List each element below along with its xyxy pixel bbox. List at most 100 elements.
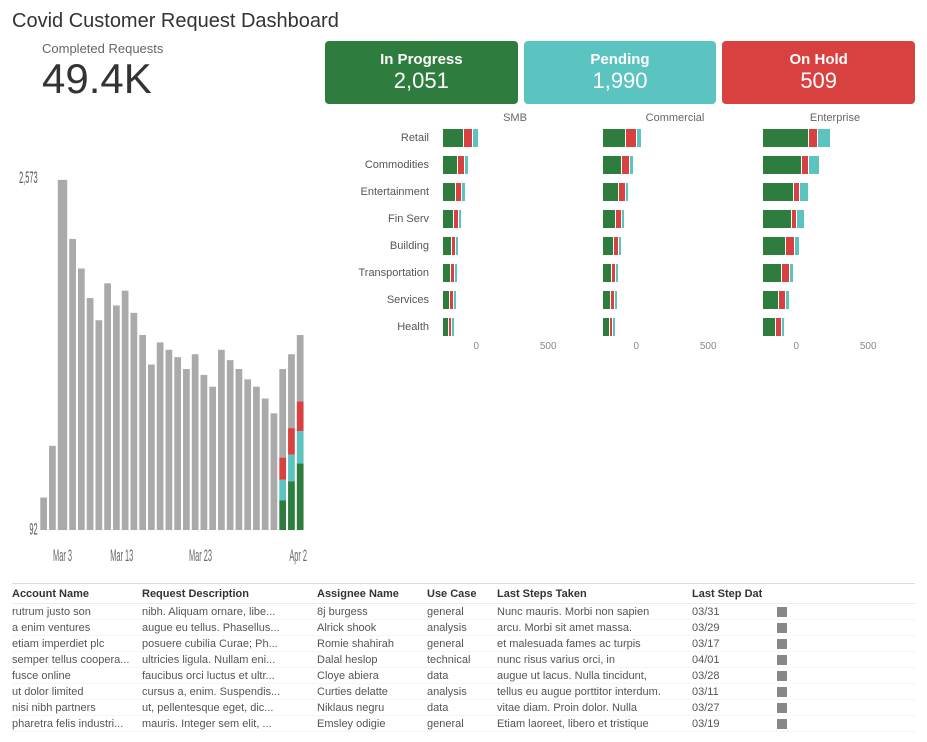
category-row: Commodities xyxy=(325,153,915,177)
mini-bar xyxy=(455,264,457,282)
mini-bar xyxy=(619,183,625,201)
dashboard: Covid Customer Request Dashboard Complet… xyxy=(0,0,927,742)
col-usecase: data xyxy=(427,670,497,682)
mini-bar xyxy=(616,264,618,282)
col-header-enterprise: Enterprise xyxy=(755,112,915,124)
axis-row: 0500 0500 0500 xyxy=(325,341,915,352)
col-request: faucibus orci luctus et ultr... xyxy=(142,670,317,682)
mini-bar xyxy=(452,237,455,255)
status-cards: In Progress 2,051 Pending 1,990 On Hold … xyxy=(325,41,915,104)
table-rows: rutrum justo sonnibh. Aliquam ornare, li… xyxy=(12,604,915,732)
col-header-indicator xyxy=(762,588,787,600)
mini-bar xyxy=(794,183,799,201)
status-card-in-progress[interactable]: In Progress 2,051 xyxy=(325,41,518,104)
category-row: Transportation xyxy=(325,261,915,285)
table-row: ut dolor limitedcursus a, enim. Suspendi… xyxy=(12,684,915,700)
mini-bar xyxy=(450,291,453,309)
col-account: a enim ventures xyxy=(12,622,142,634)
category-row: Services xyxy=(325,288,915,312)
mini-bar xyxy=(454,291,456,309)
mini-bar xyxy=(452,318,454,336)
category-chart: SMB Commercial Enterprise Retail Commodit… xyxy=(325,112,915,579)
indicator-box xyxy=(777,623,787,633)
mini-bar xyxy=(763,264,781,282)
svg-text:Mar 13: Mar 13 xyxy=(110,547,133,565)
bar-group xyxy=(595,291,755,309)
category-row: Retail xyxy=(325,126,915,150)
col-request: posuere cubilia Curae; Ph... xyxy=(142,638,317,650)
bar-group xyxy=(755,264,915,282)
mini-bar xyxy=(456,183,461,201)
bar-group xyxy=(755,156,915,174)
mini-bars xyxy=(603,129,641,147)
mini-bar xyxy=(603,129,625,147)
category-label: Fin Serv xyxy=(325,213,435,225)
category-bars xyxy=(435,237,915,255)
col-lastdate: 03/28 xyxy=(692,670,762,682)
mini-bar xyxy=(462,183,465,201)
bar-group xyxy=(435,264,595,282)
col-account: rutrum justo son xyxy=(12,606,142,618)
pending-label: Pending xyxy=(536,51,705,68)
mini-bar xyxy=(458,156,464,174)
mini-bar xyxy=(443,183,455,201)
mini-bar xyxy=(802,156,808,174)
category-bars xyxy=(435,291,915,309)
category-label: Commodities xyxy=(325,159,435,171)
mini-bar xyxy=(622,156,629,174)
mini-bars xyxy=(603,264,618,282)
mini-bar xyxy=(622,210,624,228)
bar-group xyxy=(595,156,755,174)
mini-bar xyxy=(790,264,793,282)
col-usecase: analysis xyxy=(427,622,497,634)
bar-group xyxy=(435,318,595,336)
mini-bar xyxy=(763,156,801,174)
mini-bar xyxy=(473,129,478,147)
row-indicator xyxy=(762,686,787,698)
table-row: etiam imperdiet plcposuere cubilia Curae… xyxy=(12,636,915,652)
mini-bar xyxy=(443,318,448,336)
mini-bar xyxy=(459,210,461,228)
bar-group xyxy=(755,210,915,228)
bar-group xyxy=(755,129,915,147)
svg-text:Mar 23: Mar 23 xyxy=(189,547,212,565)
col-usecase: general xyxy=(427,606,497,618)
col-lastdate: 03/17 xyxy=(692,638,762,650)
mini-bar xyxy=(603,291,610,309)
col-laststep: et malesuada fames ac turpis xyxy=(497,638,692,650)
mini-bars xyxy=(603,291,617,309)
mini-bar xyxy=(818,129,830,147)
mini-bar xyxy=(782,264,789,282)
col-laststep: vitae diam. Proin dolor. Nulla xyxy=(497,702,692,714)
col-request: ultricies ligula. Nullam eni... xyxy=(142,654,317,666)
status-card-on-hold[interactable]: On Hold 509 xyxy=(722,41,915,104)
right-panel: In Progress 2,051 Pending 1,990 On Hold … xyxy=(315,41,915,579)
category-row: Health xyxy=(325,315,915,339)
bar-group xyxy=(435,291,595,309)
col-assignee: Cloye abiera xyxy=(317,670,427,682)
category-chart-headers: SMB Commercial Enterprise xyxy=(325,112,915,124)
col-assignee: Alrick shook xyxy=(317,622,427,634)
mini-bar xyxy=(603,156,621,174)
mini-bar xyxy=(630,156,633,174)
indicator-box xyxy=(777,671,787,681)
col-laststep: nunc risus varius orci, in xyxy=(497,654,692,666)
mini-bar xyxy=(776,318,781,336)
mini-bar xyxy=(443,237,451,255)
table-row: nisi nibh partnersut, pellentesque eget,… xyxy=(12,700,915,716)
category-bars xyxy=(435,318,915,336)
in-progress-value: 2,051 xyxy=(337,68,506,94)
mini-bar xyxy=(786,237,794,255)
left-panel: Completed Requests 49.4K 2,573 92 xyxy=(12,41,315,579)
col-usecase: general xyxy=(427,638,497,650)
col-account: semper tellus coopera... xyxy=(12,654,142,666)
category-label: Building xyxy=(325,240,435,252)
status-card-pending[interactable]: Pending 1,990 xyxy=(524,41,717,104)
mini-bar xyxy=(603,318,609,336)
bar-group xyxy=(595,264,755,282)
mini-bar xyxy=(763,210,791,228)
col-lastdate: 03/27 xyxy=(692,702,762,714)
mini-bars xyxy=(603,237,621,255)
col-laststep: tellus eu augue porttitor interdum. xyxy=(497,686,692,698)
table-row: rutrum justo sonnibh. Aliquam ornare, li… xyxy=(12,604,915,620)
